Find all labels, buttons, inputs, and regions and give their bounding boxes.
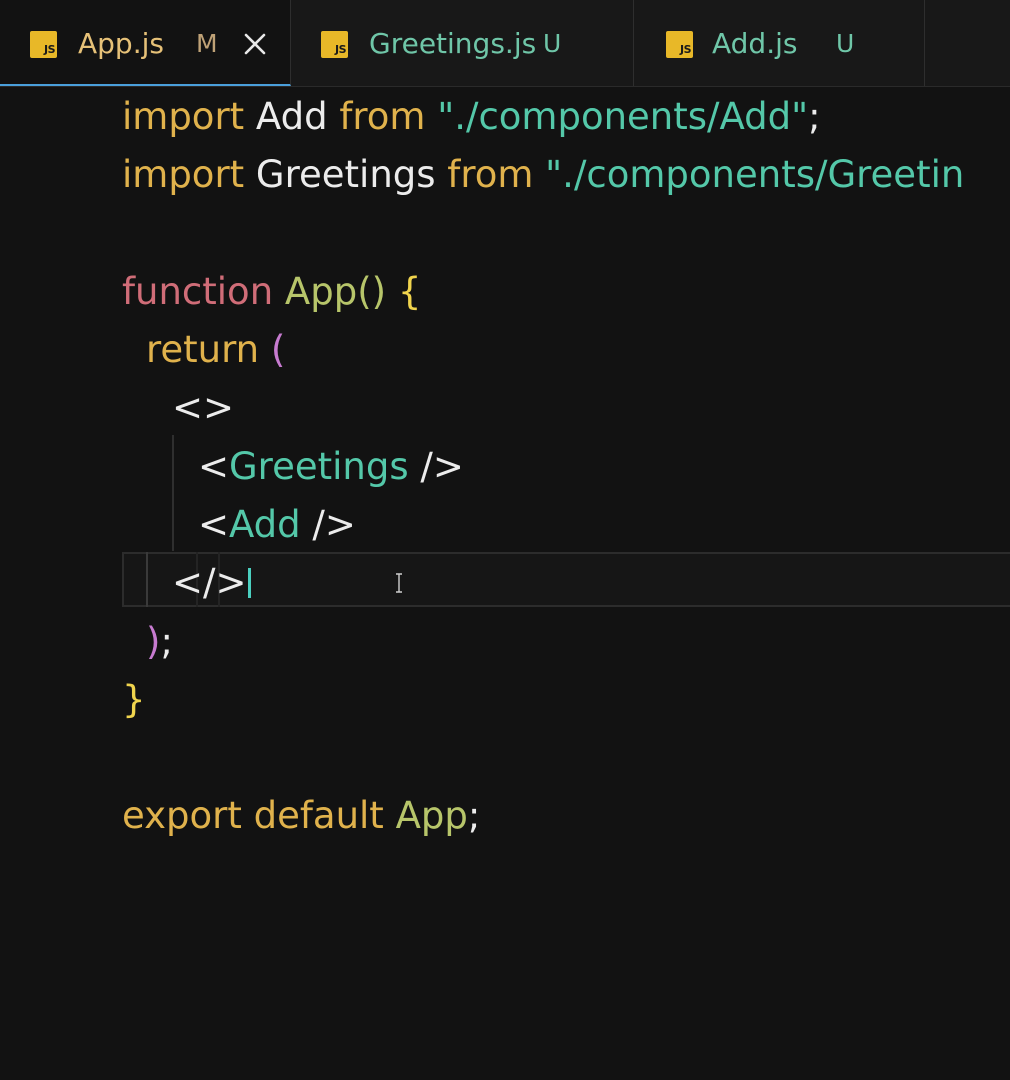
identifier: Greetings [244, 153, 448, 196]
jsx-bracket: /> [300, 503, 356, 546]
code-line-4: function App() { [122, 263, 421, 321]
js-file-icon: JS [666, 31, 693, 58]
jsx-fragment-close: </> [172, 561, 247, 604]
untracked-badge: U [836, 29, 855, 58]
paren: ) [146, 620, 161, 663]
punctuation: ; [467, 794, 481, 837]
tab-app-js[interactable]: JS App.js M [0, 0, 291, 86]
brace: } [122, 678, 146, 721]
jsx-fragment-open: <> [172, 386, 235, 429]
tab-add-js[interactable]: JS Add.js U [634, 0, 925, 86]
keyword: from [447, 153, 534, 196]
js-file-icon: JS [30, 31, 57, 58]
keyword: from [339, 95, 426, 138]
keyword: default [241, 794, 384, 837]
punctuation: ; [160, 620, 173, 663]
indent-guide [146, 552, 148, 607]
identifier: Add [244, 95, 340, 138]
jsx-bracket: < [198, 503, 230, 546]
code-line-11: } [122, 671, 146, 729]
js-file-icon: JS [321, 31, 348, 58]
jsx-bracket: /> [408, 445, 464, 488]
untracked-badge: U [543, 29, 562, 58]
keyword: export [122, 794, 242, 837]
string-literal: "./components/Greetin [533, 153, 965, 196]
code-line-7: <Greetings /> [198, 438, 464, 496]
close-icon[interactable] [238, 24, 272, 64]
indent-guide [172, 435, 174, 551]
editor-tab-bar: JS App.js M JS Greetings.js U JS Add.js … [0, 0, 1010, 87]
mouse-ibeam-cursor-icon [396, 573, 402, 593]
component-name: Add [229, 503, 301, 546]
paren: ( [259, 328, 286, 371]
modified-badge: M [196, 29, 218, 58]
tab-label: Add.js [712, 27, 798, 60]
current-line-highlight [122, 552, 1010, 607]
code-line-2: import Greetings from "./components/Gree… [122, 146, 964, 204]
code-line-13: export default App; [122, 787, 480, 845]
keyword: function [122, 270, 274, 313]
code-line-5: return ( [146, 321, 285, 379]
component-name: Greetings [229, 445, 409, 488]
tab-greetings-js[interactable]: JS Greetings.js U [291, 0, 634, 86]
code-line-10: ); [146, 613, 173, 671]
tab-label: App.js [78, 27, 164, 60]
text-caret [248, 568, 252, 598]
code-editor[interactable]: import Add from "./components/Add"; impo… [0, 87, 1010, 1080]
code-line-6: <> [172, 379, 234, 437]
brace: { [386, 270, 422, 313]
keyword: return [146, 328, 260, 371]
identifier: App [383, 794, 468, 837]
tab-label: Greetings.js [369, 27, 537, 60]
jsx-bracket: < [198, 445, 230, 488]
punctuation: ; [808, 95, 821, 138]
code-line-8: <Add /> [198, 496, 356, 554]
string-literal: "./components/Add" [425, 95, 809, 138]
code-line-1: import Add from "./components/Add"; [122, 88, 821, 146]
keyword: import [122, 95, 245, 138]
code-line-9: </> [172, 554, 252, 612]
function-name: App() [273, 270, 387, 313]
keyword: import [122, 153, 245, 196]
